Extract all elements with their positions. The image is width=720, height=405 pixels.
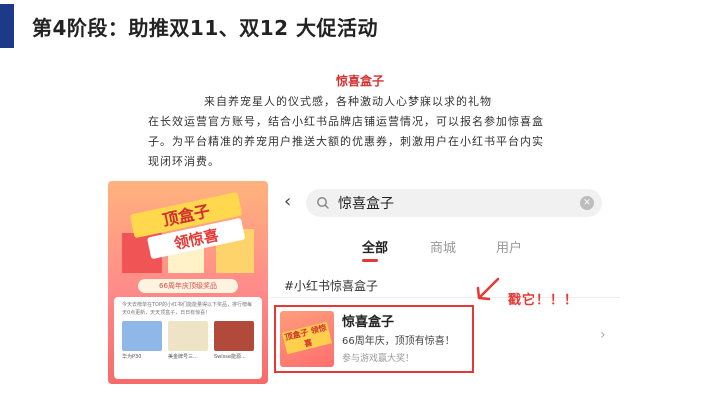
product-label: 美金牌号三... (168, 354, 198, 360)
tab-mall[interactable]: 商城 (430, 237, 456, 256)
intro-line: 现闭环消费。 (148, 155, 220, 168)
promo-image: 顶盒子 领惊喜 66周年庆顶级奖品 今天去榜单在TOP的小红书们能能量得以下奖品… (108, 181, 268, 384)
intro-body: 来自养宠星人的仪式感，各种激动人心梦寐以求的礼物 在长效运营官方账号，结合小红书… (148, 92, 578, 172)
clear-icon[interactable]: ✕ (580, 196, 594, 210)
result-title: 惊喜盒子 (342, 315, 395, 330)
promo-ribbon: 66周年庆顶级奖品 (138, 279, 238, 293)
back-arrow-icon[interactable]: ‹ (284, 191, 304, 213)
topic-tag[interactable]: #小红书惊喜盒子 (284, 277, 378, 294)
thumbnail-text: 顶盒子 领惊喜 (282, 321, 332, 355)
search-screen: ‹ 惊喜盒子 ✕ 全部 商城 用户 #小红书惊喜盒子 顶盒子 领惊喜 惊喜盒子 … (270, 181, 620, 384)
promo-card: 今天去榜单在TOP的小红书们能能量得以下奖品，排行榜每天0点更新，天天顶盒子，日… (114, 297, 262, 379)
product-image (214, 321, 254, 351)
product-label: 华为P30 (122, 354, 142, 360)
callout-arrow-icon (476, 277, 500, 301)
slide-title: 第4阶段：助推双11、双12 大促活动 (32, 16, 379, 40)
result-subtitle: 66周年庆，顶顶有惊喜！ (342, 336, 455, 347)
chevron-right-icon[interactable]: › (600, 327, 606, 343)
tab-all[interactable]: 全部 (362, 237, 388, 256)
title-accent-bar (0, 4, 14, 48)
product-image (122, 321, 162, 351)
intro-line: 在长效运营官方账号，结合小红书品牌店铺运营情况，可以报名参加惊喜盒 (148, 115, 544, 128)
tab-users[interactable]: 用户 (496, 237, 522, 256)
promo-text: 今天去榜单在TOP的小红书们能能量得以下奖品，排行榜每天0点更新，天天顶盒子，日… (122, 302, 253, 316)
product-label: Swisse能源... (214, 354, 246, 360)
intro-line: 子。为平台精准的养宠用户推送大额的优惠券，刺激用户在小红书平台内实 (148, 135, 544, 148)
product-image (168, 321, 208, 351)
search-result-card[interactable]: 顶盒子 领惊喜 惊喜盒子 66周年庆，顶顶有惊喜！ 参与游戏赢大奖！ (274, 305, 474, 373)
callout-text: 戳它！！！ (508, 293, 579, 308)
result-meta: 参与游戏赢大奖！ (342, 354, 415, 364)
intro-line: 来自养宠星人的仪式感，各种激动人心梦寐以求的礼物 (204, 95, 492, 108)
result-thumbnail: 顶盒子 领惊喜 (280, 311, 334, 367)
search-bar[interactable]: 惊喜盒子 ✕ (306, 189, 602, 217)
search-icon (317, 197, 330, 210)
promo-banner: 顶盒子 领惊喜 (122, 192, 254, 273)
active-tab-indicator (362, 259, 378, 262)
intro-heading: 惊喜盒子 (335, 74, 384, 88)
search-input[interactable]: 惊喜盒子 (338, 193, 394, 213)
